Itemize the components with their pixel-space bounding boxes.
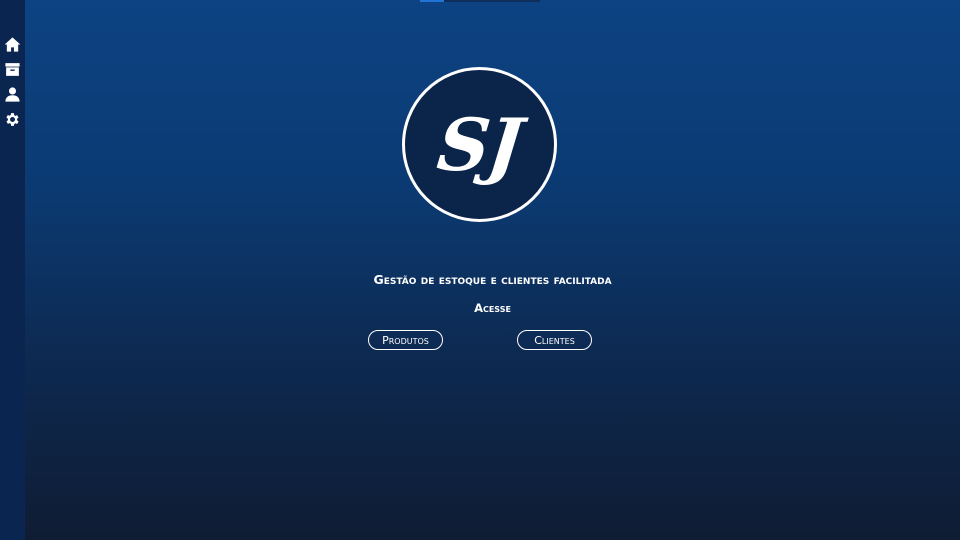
tagline: Gestão de estoque e clientes facilitada	[373, 272, 612, 287]
logo: SJ	[402, 67, 557, 222]
produtos-button[interactable]: Produtos	[368, 330, 443, 350]
sidebar-item-estoque[interactable]	[0, 59, 25, 84]
logo-text: SJ	[434, 102, 525, 187]
sidebar-item-clientes[interactable]	[0, 84, 25, 109]
gear-icon	[4, 111, 21, 133]
user-icon	[4, 86, 21, 108]
archive-icon	[4, 61, 21, 83]
home-icon	[4, 36, 21, 58]
sidebar-item-home[interactable]	[0, 34, 25, 59]
top-scroll-indicator-active	[420, 0, 444, 2]
sidebar	[0, 0, 25, 540]
sidebar-item-settings[interactable]	[0, 109, 25, 134]
main-content: SJ Gestão de estoque e clientes facilita…	[25, 0, 960, 540]
clientes-button[interactable]: Clientes	[517, 330, 592, 350]
access-label: Acesse	[474, 301, 511, 315]
top-scroll-indicator	[420, 0, 540, 2]
